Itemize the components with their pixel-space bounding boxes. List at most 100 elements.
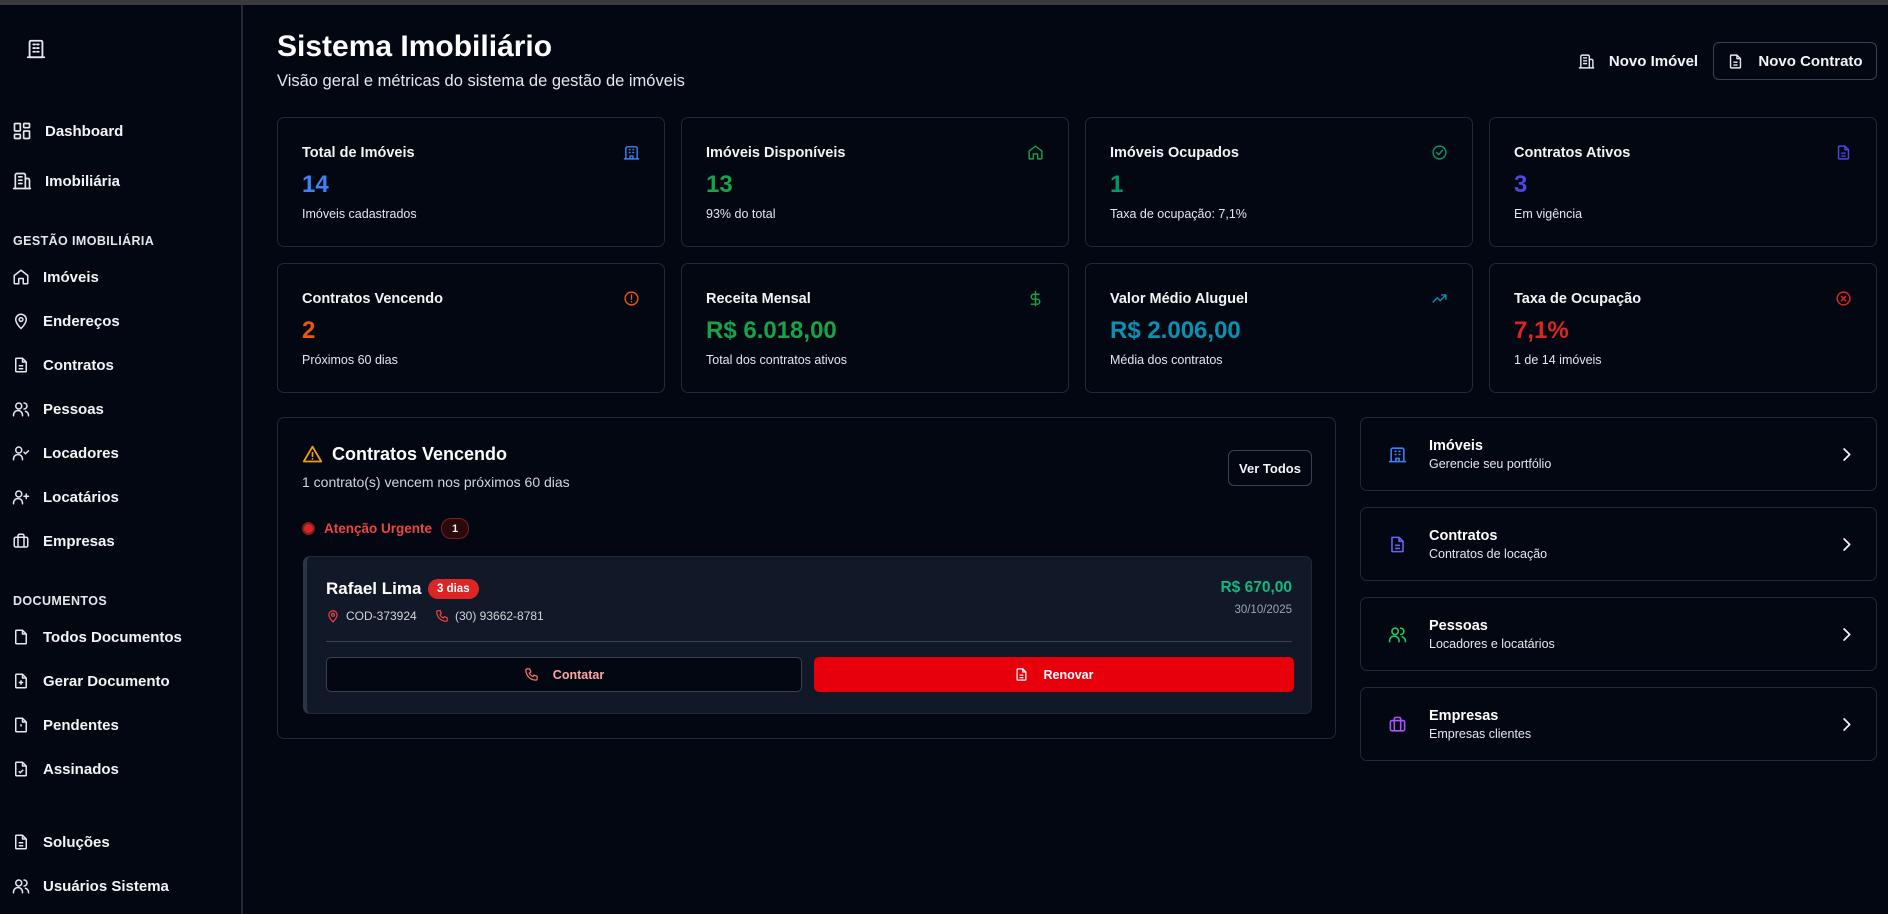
- sidebar-item-solucoes[interactable]: Soluções: [12, 827, 110, 857]
- stat-card-valor-medio: Valor Médio Aluguel R$ 2.006,00 Média do…: [1085, 263, 1473, 393]
- quick-link-title: Empresas: [1429, 708, 1499, 724]
- stat-card-contratos-vencendo: Contratos Vencendo 2 Próximos 60 dias: [277, 263, 665, 393]
- contract-tenant-name: Rafael Lima: [326, 579, 422, 598]
- contract-card: Rafael Lima 3 dias COD-373924 (30) 93662…: [303, 556, 1312, 714]
- stat-value: 1: [1110, 171, 1124, 198]
- sidebar-item-label: Locatários: [43, 488, 119, 506]
- stat-card-imoveis-disponiveis: Imóveis Disponíveis 13 93% do total: [681, 117, 1069, 247]
- sidebar-item-imoveis[interactable]: Imóveis: [12, 262, 99, 292]
- trending-up-icon: [1431, 290, 1448, 307]
- sidebar-item-enderecos[interactable]: Endereços: [12, 306, 120, 336]
- sidebar-item-locatarios[interactable]: Locatários: [12, 482, 119, 512]
- sidebar-item-label: Imobiliária: [45, 172, 121, 190]
- sidebar-item-label: Soluções: [43, 833, 110, 851]
- quick-link-subtitle: Contratos de locação: [1429, 547, 1548, 561]
- dollar-icon: [1027, 290, 1044, 307]
- quick-link-empresas[interactable]: Empresas Empresas clientes: [1360, 687, 1877, 761]
- contract-code: COD-373924: [326, 609, 417, 623]
- quick-link-subtitle: Gerencie seu portfólio: [1429, 457, 1552, 471]
- users-icon: [12, 877, 30, 895]
- phone-icon: [435, 609, 449, 623]
- sidebar-item-label: Dashboard: [45, 122, 124, 140]
- briefcase-icon: [1388, 715, 1407, 734]
- sidebar-item-label: Empresas: [43, 532, 115, 550]
- sidebar-item-pendentes[interactable]: Pendentes: [12, 710, 119, 740]
- map-pin-icon: [12, 312, 30, 330]
- sidebar-item-imobiliaria[interactable]: Imobiliária: [12, 166, 120, 196]
- map-pin-icon: [326, 609, 340, 623]
- stat-value: R$ 2.006,00: [1110, 317, 1241, 344]
- stat-title: Contratos Ativos: [1514, 145, 1631, 161]
- stat-value: 13: [706, 171, 733, 198]
- quick-link-contratos[interactable]: Contratos Contratos de locação: [1360, 507, 1877, 581]
- warning-icon: [302, 444, 323, 465]
- sidebar-item-contratos[interactable]: Contratos: [12, 350, 114, 380]
- quick-link-title: Imóveis: [1429, 438, 1483, 454]
- file-text-icon: [1014, 667, 1029, 682]
- stat-value: 3: [1514, 171, 1528, 198]
- stat-value: 14: [302, 171, 329, 198]
- stat-subtitle: Imóveis cadastrados: [302, 207, 417, 221]
- users-icon: [12, 400, 30, 418]
- sidebar-item-gerar-documento[interactable]: Gerar Documento: [12, 666, 170, 696]
- stat-card-contratos-ativos: Contratos Ativos 3 Em vigência: [1489, 117, 1877, 247]
- sidebar-item-label: Usuários Sistema: [43, 877, 169, 895]
- quick-link-title: Contratos: [1429, 528, 1498, 544]
- file-text-icon: [1388, 535, 1407, 554]
- sidebar-item-assinados[interactable]: Assinados: [12, 754, 119, 784]
- page-title: Sistema Imobiliário: [277, 30, 553, 63]
- building-icon: [1578, 53, 1595, 70]
- sidebar-item-usuarios-sistema[interactable]: Usuários Sistema: [12, 871, 169, 901]
- new-property-button[interactable]: Novo Imóvel: [1568, 42, 1708, 80]
- building-icon: [12, 171, 32, 191]
- stat-value: R$ 6.018,00: [706, 317, 837, 344]
- sidebar-item-label: Pessoas: [43, 400, 104, 418]
- new-contract-button[interactable]: Novo Contrato: [1713, 42, 1877, 80]
- quick-link-imoveis[interactable]: Imóveis Gerencie seu portfólio: [1360, 417, 1877, 491]
- file-check-icon: [12, 760, 30, 778]
- quick-link-pessoas[interactable]: Pessoas Locadores e locatários: [1360, 597, 1877, 671]
- sidebar-item-locadores[interactable]: Locadores: [12, 438, 119, 468]
- chevron-right-icon: [1837, 535, 1856, 554]
- file-icon: [12, 356, 30, 374]
- urgent-dot-icon: [302, 522, 315, 535]
- contract-value: R$ 670,00: [1220, 579, 1292, 596]
- stat-subtitle: 93% do total: [706, 207, 776, 221]
- expiring-contracts-panel: Contratos Vencendo 1 contrato(s) vencem …: [277, 417, 1336, 739]
- building-icon[interactable]: [25, 38, 47, 60]
- contract-phone: (30) 93662-8781: [435, 609, 544, 623]
- briefcase-icon: [12, 532, 30, 550]
- sidebar-item-label: Locadores: [43, 444, 119, 462]
- sidebar-item-pessoas[interactable]: Pessoas: [12, 394, 104, 424]
- sidebar-item-todos-documentos[interactable]: Todos Documentos: [12, 622, 182, 652]
- stat-title: Valor Médio Aluguel: [1110, 291, 1249, 307]
- sidebar-item-label: Contratos: [43, 356, 114, 374]
- sidebar-section-title: DOCUMENTOS: [13, 594, 108, 608]
- file-text-icon: [1727, 53, 1744, 70]
- sidebar-item-label: Imóveis: [43, 268, 99, 286]
- panel-title-text: Contratos Vencendo: [332, 444, 508, 464]
- contract-code-text: COD-373924: [346, 609, 417, 623]
- window-top-strip: [0, 0, 1888, 5]
- stat-title: Imóveis Disponíveis: [706, 145, 846, 161]
- renew-button[interactable]: Renovar: [814, 657, 1294, 692]
- stat-title: Total de Imóveis: [302, 145, 415, 161]
- sidebar-item-empresas[interactable]: Empresas: [12, 526, 115, 556]
- x-circle-icon: [1835, 290, 1852, 307]
- sidebar: Dashboard Imobiliária GESTÃO IMOBILIÁRIA…: [0, 5, 243, 914]
- home-icon: [12, 268, 30, 286]
- quick-link-subtitle: Empresas clientes: [1429, 727, 1532, 741]
- building-icon: [1388, 445, 1407, 464]
- stat-card-imoveis-ocupados: Imóveis Ocupados 1 Taxa de ocupação: 7,1…: [1085, 117, 1473, 247]
- stat-title: Contratos Vencendo: [302, 291, 443, 307]
- stat-subtitle: Média dos contratos: [1110, 353, 1223, 367]
- sidebar-item-dashboard[interactable]: Dashboard: [12, 116, 123, 146]
- contact-button[interactable]: Contatar: [326, 657, 802, 692]
- urgent-group-header: Atenção Urgente 1: [302, 518, 470, 539]
- page-subtitle: Visão geral e métricas do sistema de ges…: [277, 72, 685, 90]
- divider: [326, 641, 1292, 642]
- view-all-button[interactable]: Ver Todos: [1228, 450, 1312, 486]
- chevron-right-icon: [1837, 445, 1856, 464]
- sidebar-section-title: GESTÃO IMOBILIÁRIA: [13, 234, 155, 248]
- stat-subtitle: 1 de 14 imóveis: [1514, 353, 1602, 367]
